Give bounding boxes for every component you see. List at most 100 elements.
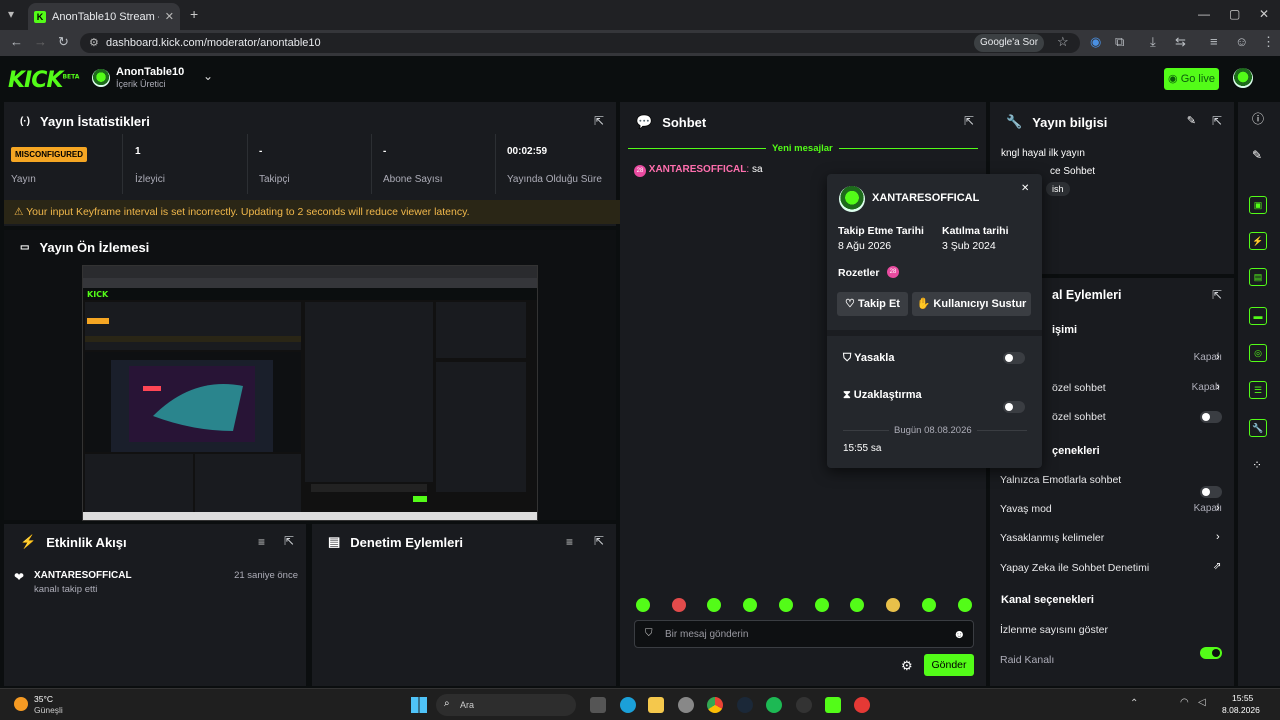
- chevron-right-icon[interactable]: ›: [1216, 502, 1220, 514]
- stream-info-header: 🔧 Yayın bilgisi: [1006, 114, 1108, 130]
- emote-icon[interactable]: [707, 598, 721, 612]
- clock-time[interactable]: 15:55: [1232, 693, 1253, 703]
- mute-user-button[interactable]: ✋ Kullanıcıyı Sustur: [912, 292, 1031, 316]
- slow-mode-row[interactable]: Yavaş mod Kapalı: [1000, 503, 1222, 515]
- popout-icon[interactable]: ⇱: [594, 114, 604, 128]
- emoji-icon[interactable]: ☻: [953, 627, 966, 641]
- close-tab-icon[interactable]: ✕: [165, 10, 174, 23]
- popout-icon[interactable]: ⇱: [1212, 114, 1222, 128]
- external-link-icon[interactable]: ⇗: [1213, 561, 1221, 572]
- emote-icon[interactable]: [636, 598, 650, 612]
- banned-words-row[interactable]: Yasaklanmış kelimeler: [1000, 532, 1104, 544]
- info-icon[interactable]: ⓘ: [1252, 110, 1264, 127]
- chevron-right-icon[interactable]: ›: [1216, 531, 1220, 543]
- browser-tab[interactable]: K AnonTable10 Stream - Kick Da ✕: [28, 3, 180, 30]
- wrench-widget-icon[interactable]: 🔧: [1249, 419, 1267, 437]
- browser-tab-bar: ▾ K AnonTable10 Stream - Kick Da ✕ + — ▢…: [0, 0, 1280, 30]
- spotify-icon[interactable]: [766, 697, 782, 713]
- emote-icon[interactable]: [850, 598, 864, 612]
- reading-list-icon[interactable]: ≡: [1210, 34, 1218, 49]
- forward-icon[interactable]: →: [34, 34, 47, 49]
- user-avatar[interactable]: [1233, 68, 1253, 88]
- task-view-icon[interactable]: [590, 697, 606, 713]
- url-field[interactable]: ⚙ dashboard.kick.com/moderator/anontable…: [80, 33, 1080, 53]
- activity-user[interactable]: XANTARESOFFICAL: [34, 570, 132, 581]
- windows-start-icon[interactable]: [411, 697, 427, 713]
- back-icon[interactable]: ←: [10, 34, 23, 49]
- go-live-button[interactable]: ◉ Go live: [1164, 68, 1219, 90]
- emote-icon[interactable]: [672, 598, 686, 612]
- kick-app-icon[interactable]: [825, 697, 841, 713]
- profile-icon[interactable]: ☺: [1235, 34, 1248, 49]
- menu-icon[interactable]: ⋮: [1262, 34, 1275, 50]
- list-widget-icon[interactable]: ☰: [1249, 381, 1267, 399]
- emote-icon[interactable]: [922, 598, 936, 612]
- file-explorer-icon[interactable]: [648, 697, 664, 713]
- maximize-icon[interactable]: ▢: [1229, 7, 1240, 21]
- raid-row[interactable]: Raid Kanalı: [1000, 654, 1054, 666]
- chat-settings-icon[interactable]: ⚙: [901, 658, 913, 674]
- site-info-icon[interactable]: ⚙: [89, 33, 99, 53]
- bookmark-star-icon[interactable]: ☆: [1057, 34, 1069, 50]
- popout-icon[interactable]: ⇱: [284, 534, 294, 548]
- clock-date[interactable]: 8.08.2026: [1222, 705, 1260, 715]
- setting-toggle[interactable]: [1200, 411, 1222, 423]
- weather-icon[interactable]: [14, 697, 28, 711]
- ban-toggle[interactable]: [1003, 352, 1025, 364]
- channel-avatar[interactable]: [92, 69, 110, 87]
- stream-preview-video[interactable]: KICK: [82, 265, 538, 521]
- chat-username[interactable]: XANTARESOFFICAL: [649, 164, 747, 175]
- close-icon[interactable]: ✕: [1021, 183, 1029, 194]
- reload-icon[interactable]: ↻: [58, 34, 69, 50]
- popout-icon[interactable]: ⇱: [1212, 288, 1222, 302]
- broadcast-widget-icon[interactable]: ◎: [1249, 344, 1267, 362]
- steam-icon[interactable]: [737, 697, 753, 713]
- puzzle-icon[interactable]: ⧉: [1115, 34, 1124, 50]
- setting-row[interactable]: özel sohbet Kapalı: [1052, 382, 1220, 394]
- follow-button[interactable]: ♡ Takip Et: [837, 292, 908, 316]
- emote-icon[interactable]: [779, 598, 793, 612]
- obs-icon[interactable]: [796, 697, 812, 713]
- chat-widget-icon[interactable]: ▬: [1249, 307, 1267, 325]
- timeout-toggle[interactable]: [1003, 401, 1025, 413]
- taskbar-search[interactable]: ⌕ Ara: [436, 694, 576, 716]
- minimize-icon[interactable]: —: [1198, 7, 1210, 21]
- filter-icon[interactable]: ≡: [258, 535, 265, 549]
- emote-icon[interactable]: [958, 598, 972, 612]
- edit-icon[interactable]: ✎: [1187, 114, 1196, 127]
- download-icon[interactable]: ⤓: [1150, 34, 1156, 50]
- popout-icon[interactable]: ⇱: [964, 114, 974, 128]
- filter-icon[interactable]: ≡: [566, 535, 573, 549]
- recorder-icon[interactable]: [854, 697, 870, 713]
- tray-volume-icon[interactable]: ◁: [1198, 697, 1206, 708]
- tray-chevron-icon[interactable]: ⌃: [1130, 698, 1138, 709]
- ai-moderation-row[interactable]: Yapay Zeka ile Sohbet Denetimi: [1000, 562, 1149, 574]
- emote-icon[interactable]: [815, 598, 829, 612]
- google-lens-button[interactable]: Google'a Sor: [974, 34, 1045, 52]
- kick-logo[interactable]: KICKBETA: [8, 68, 79, 93]
- chevron-right-icon[interactable]: ›: [1216, 351, 1220, 363]
- layout-icon[interactable]: ⁘: [1252, 458, 1262, 472]
- emote-only-toggle[interactable]: [1200, 486, 1222, 498]
- bolt-widget-icon[interactable]: ⚡: [1249, 232, 1267, 250]
- chat-input[interactable]: ⛉ Bir mesaj gönderin ☻: [634, 620, 974, 648]
- send-button[interactable]: Gönder: [924, 654, 974, 676]
- new-tab-icon[interactable]: +: [190, 6, 198, 22]
- settings-icon[interactable]: [678, 697, 694, 713]
- document-widget-icon[interactable]: ▤: [1249, 268, 1267, 286]
- chrome-icon[interactable]: [707, 697, 723, 713]
- translate-icon[interactable]: ⇆: [1175, 34, 1186, 50]
- emote-icon[interactable]: [886, 598, 900, 612]
- tab-list-icon[interactable]: ▾: [8, 7, 14, 21]
- tray-wifi-icon[interactable]: ◠: [1180, 697, 1189, 708]
- chevron-right-icon[interactable]: ›: [1216, 381, 1220, 393]
- popout-icon[interactable]: ⇱: [594, 534, 604, 548]
- extension-icon[interactable]: ◉: [1090, 34, 1101, 50]
- pencil-icon[interactable]: ✎: [1252, 148, 1262, 162]
- emote-icon[interactable]: [743, 598, 757, 612]
- stats-widget-icon[interactable]: ▣: [1249, 196, 1267, 214]
- view-count-toggle[interactable]: [1200, 647, 1222, 659]
- close-window-icon[interactable]: ✕: [1259, 7, 1269, 21]
- edge-icon[interactable]: [620, 697, 636, 713]
- channel-dropdown-icon[interactable]: ⌄: [203, 69, 213, 83]
